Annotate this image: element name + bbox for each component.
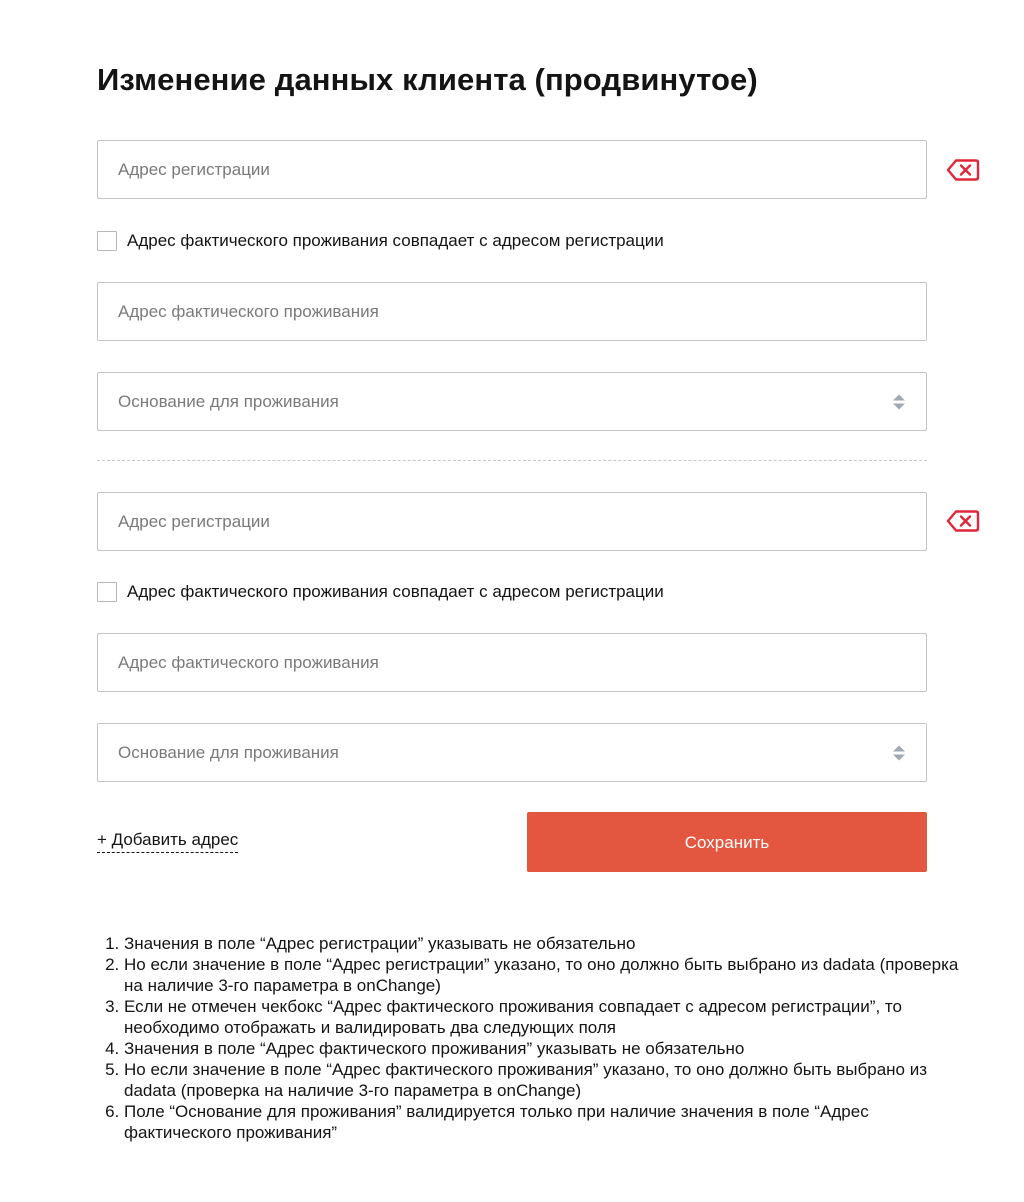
same-address-checkbox[interactable] — [97, 231, 117, 251]
residence-basis-placeholder: Основание для проживания — [118, 743, 339, 762]
same-address-checkbox-label[interactable]: Адрес фактического проживания совпадает … — [127, 581, 664, 603]
requirements-list: Значения в поле “Адрес регистрации” указ… — [97, 933, 964, 1143]
actual-address-placeholder: Адрес фактического проживания — [118, 302, 379, 321]
actual-address-input[interactable]: Адрес фактического проживания — [97, 282, 927, 341]
list-item: Но если значение в поле “Адрес фактическ… — [124, 1059, 964, 1101]
same-address-checkbox[interactable] — [97, 582, 117, 602]
delete-address-button[interactable] — [946, 158, 980, 182]
list-item: Если не отмечен чекбокс “Адрес фактическ… — [124, 996, 964, 1038]
list-item: Но если значение в поле “Адрес регистрац… — [124, 954, 964, 996]
list-item: Поле “Основание для проживания” валидиру… — [124, 1101, 964, 1143]
list-item: Значения в поле “Адрес фактического прож… — [124, 1038, 964, 1059]
residence-basis-select[interactable]: Основание для проживания — [97, 372, 927, 431]
delete-address-button[interactable] — [946, 509, 980, 533]
sort-arrows-icon — [893, 745, 905, 761]
sort-arrows-icon — [893, 394, 905, 410]
same-address-checkbox-label[interactable]: Адрес фактического проживания совпадает … — [127, 230, 664, 252]
actual-address-placeholder: Адрес фактического проживания — [118, 653, 379, 672]
backspace-delete-icon — [946, 510, 980, 532]
registration-address-placeholder: Адрес регистрации — [118, 160, 270, 179]
add-address-link[interactable]: + Добавить адрес — [97, 829, 239, 853]
actual-address-input[interactable]: Адрес фактического проживания — [97, 633, 927, 692]
backspace-delete-icon — [946, 159, 980, 181]
page-title: Изменение данных клиента (продвинутое) — [97, 62, 758, 97]
registration-address-placeholder: Адрес регистрации — [118, 512, 270, 531]
registration-address-input[interactable]: Адрес регистрации — [97, 140, 927, 199]
section-divider — [97, 460, 927, 461]
save-button[interactable]: Сохранить — [527, 812, 927, 872]
registration-address-input[interactable]: Адрес регистрации — [97, 492, 927, 551]
residence-basis-select[interactable]: Основание для проживания — [97, 723, 927, 782]
list-item: Значения в поле “Адрес регистрации” указ… — [124, 933, 964, 954]
residence-basis-placeholder: Основание для проживания — [118, 392, 339, 411]
